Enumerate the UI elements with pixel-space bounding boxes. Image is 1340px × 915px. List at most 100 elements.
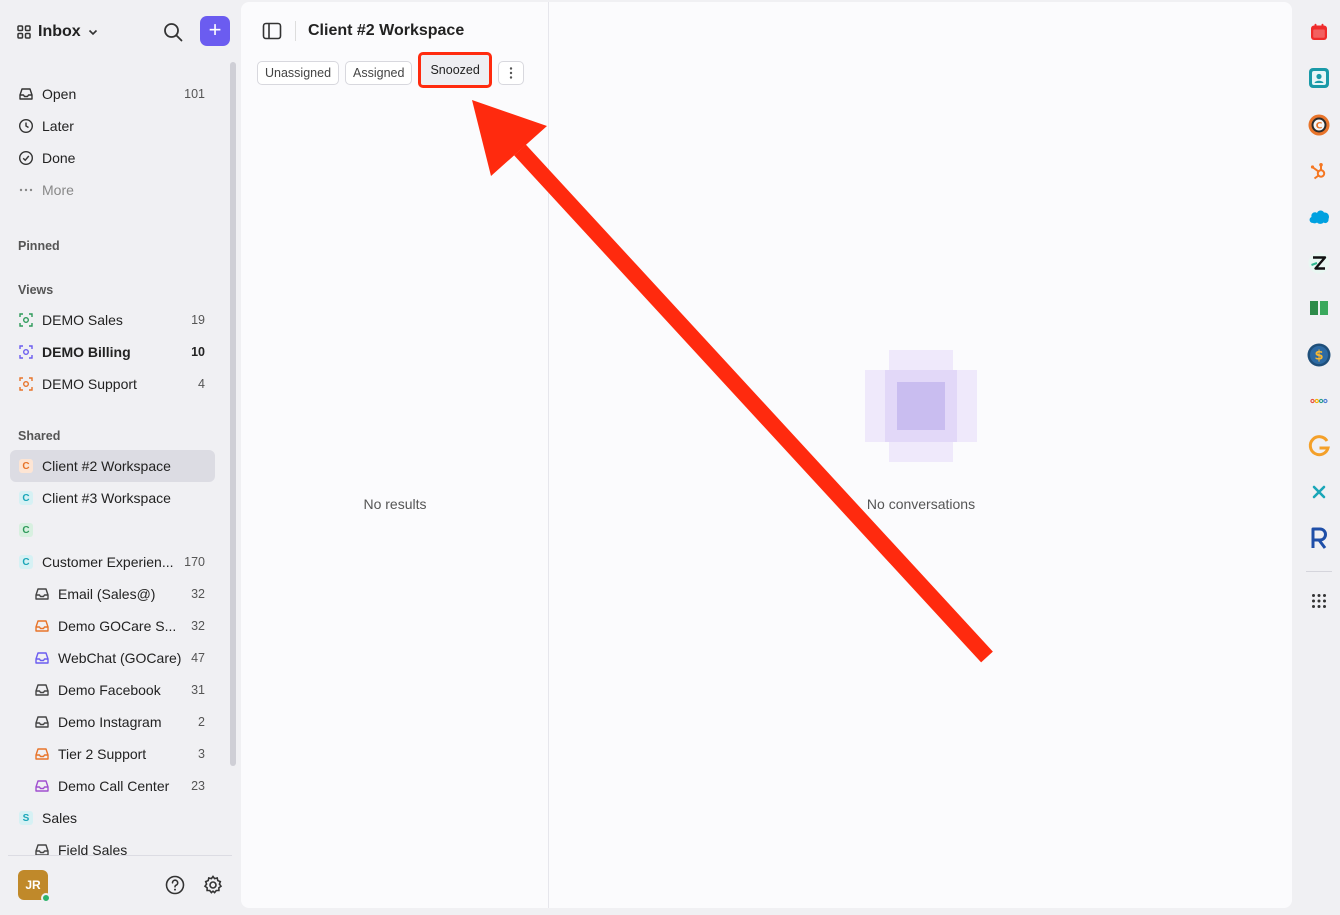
view-count: 4 (198, 377, 205, 391)
compose-button[interactable]: + (200, 16, 230, 46)
gear-icon[interactable] (202, 874, 224, 896)
shared-label: Customer Experien... (42, 554, 174, 570)
chevron-down-icon (88, 29, 97, 36)
svg-text:C: C (1316, 122, 1323, 132)
view-label: DEMO Support (42, 376, 137, 392)
inbox-label: WebChat (GOCare) (58, 650, 182, 666)
tabs-more-button[interactable] (497, 61, 524, 85)
g-icon[interactable] (1304, 431, 1334, 461)
ellipsis-icon (18, 182, 34, 198)
view-demo-sales[interactable]: DEMO Sales 19 (10, 304, 215, 336)
shared-client-3-workspace[interactable]: C Client #3 Workspace (10, 482, 215, 514)
workspace-badge: C (19, 555, 33, 569)
hubspot-icon[interactable] (1304, 156, 1334, 186)
inbox-demo-facebook[interactable]: Demo Facebook 31 (10, 674, 215, 706)
shared-customer-experience[interactable]: C Customer Experien... 170 (10, 546, 215, 578)
dots-app-icon[interactable] (1304, 386, 1334, 416)
help-icon[interactable] (164, 874, 186, 896)
workspace-badge: C (19, 459, 33, 473)
tab-assigned[interactable]: Assigned (345, 61, 413, 85)
rail-divider (1306, 571, 1332, 572)
nav-count: 101 (184, 87, 205, 101)
calendar-icon[interactable] (1304, 17, 1334, 47)
sidebar: Inbox + Open 101 Later Done More Pinned … (0, 0, 240, 915)
view-icon (18, 344, 34, 360)
inbox-count: 32 (191, 619, 205, 633)
grid-icon[interactable] (1304, 586, 1334, 616)
inbox-switcher[interactable]: Inbox (16, 23, 99, 41)
inbox-tray-icon (18, 86, 34, 102)
section-pinned: Pinned (18, 239, 60, 253)
tab-snoozed[interactable]: Snoozed (418, 52, 492, 88)
inbox-count: 47 (191, 651, 205, 665)
contacts-icon[interactable] (1304, 63, 1334, 93)
sidebar-scrollbar[interactable] (230, 62, 236, 766)
view-demo-billing[interactable]: DEMO Billing 10 (10, 336, 215, 368)
shared-client-2-workspace[interactable]: C Client #2 Workspace (10, 450, 215, 482)
view-label: DEMO Billing (42, 344, 131, 360)
inbox-count: 3 (198, 747, 205, 761)
book-icon[interactable] (1304, 293, 1334, 323)
tab-unassigned[interactable]: Unassigned (257, 61, 340, 85)
inbox-label: Tier 2 Support (58, 746, 147, 762)
shared-label: Sales (42, 810, 78, 826)
app-rail: C $ (1296, 0, 1340, 915)
inbox-webchat-gocare[interactable]: WebChat (GOCare) 47 (10, 642, 215, 674)
shared-label: Client #3 Workspace (42, 490, 171, 506)
nav-label: Done (42, 150, 76, 166)
inbox-email-sales[interactable]: Email (Sales@) 32 (10, 578, 215, 610)
view-count: 19 (191, 313, 205, 327)
workspace-badge: S (19, 811, 33, 825)
avatar[interactable]: JR (18, 870, 51, 903)
shared-sales[interactable]: S Sales (10, 802, 215, 834)
section-views: Views (18, 283, 54, 297)
view-icon (18, 376, 34, 392)
inbox-tray-icon (34, 618, 50, 634)
x-icon[interactable] (1304, 477, 1334, 507)
clock-icon (18, 118, 34, 134)
shared-unnamed-workspace[interactable]: C (10, 514, 215, 546)
r-icon[interactable] (1304, 523, 1334, 553)
inbox-label: Field Sales (58, 842, 128, 856)
nav-later[interactable]: Later (10, 110, 215, 142)
workspace-title: Client #2 Workspace (308, 22, 465, 39)
svg-text:$: $ (1314, 349, 1323, 364)
view-count: 10 (191, 345, 205, 359)
nav-open[interactable]: Open 101 (10, 78, 215, 110)
nav-done[interactable]: Done (10, 142, 215, 174)
inbox-label: Email (Sales@) (58, 586, 156, 602)
view-icon (18, 312, 34, 328)
inbox-demo-instagram[interactable]: Demo Instagram 2 (10, 706, 215, 738)
salesforce-icon[interactable] (1304, 201, 1334, 231)
sidebar-toggle-icon[interactable] (261, 20, 283, 42)
empty-inbox-illustration (865, 350, 977, 462)
inbox-field-sales[interactable]: Field Sales (10, 834, 215, 856)
nav-more[interactable]: More (10, 174, 215, 206)
inbox-label: Demo Instagram (58, 714, 162, 730)
view-demo-support[interactable]: DEMO Support 4 (10, 368, 215, 400)
inbox-tray-icon (34, 842, 50, 856)
inbox-tray-icon (34, 650, 50, 666)
inbox-tray-icon (34, 682, 50, 698)
inbox-tier-2-support[interactable]: Tier 2 Support 3 (10, 738, 215, 770)
inbox-count: 23 (191, 779, 205, 793)
shared-count: 170 (184, 555, 205, 569)
dollar-icon[interactable]: $ (1304, 340, 1334, 370)
check-circle-icon (18, 150, 34, 166)
inbox-tray-icon (34, 746, 50, 762)
nav-label: Open (42, 86, 77, 102)
sidebar-footer: JR (8, 855, 232, 915)
kebab-icon (509, 67, 513, 79)
inbox-demo-call-center[interactable]: Demo Call Center 23 (10, 770, 215, 802)
inbox-demo-gocare[interactable]: Demo GOCare S... 32 (10, 610, 215, 642)
shared-label: Client #2 Workspace (42, 458, 171, 474)
view-label: DEMO Sales (42, 312, 123, 328)
circle-c-icon[interactable]: C (1304, 110, 1334, 140)
inbox-tray-icon (34, 778, 50, 794)
zendesk-icon[interactable] (1304, 248, 1334, 278)
online-status-dot (41, 893, 51, 903)
search-icon[interactable] (162, 21, 184, 43)
inbox-label: Demo Facebook (58, 682, 161, 698)
main-panel: Client #2 Workspace Unassigned Assigned … (241, 2, 1292, 908)
inbox-count: 31 (191, 683, 205, 697)
